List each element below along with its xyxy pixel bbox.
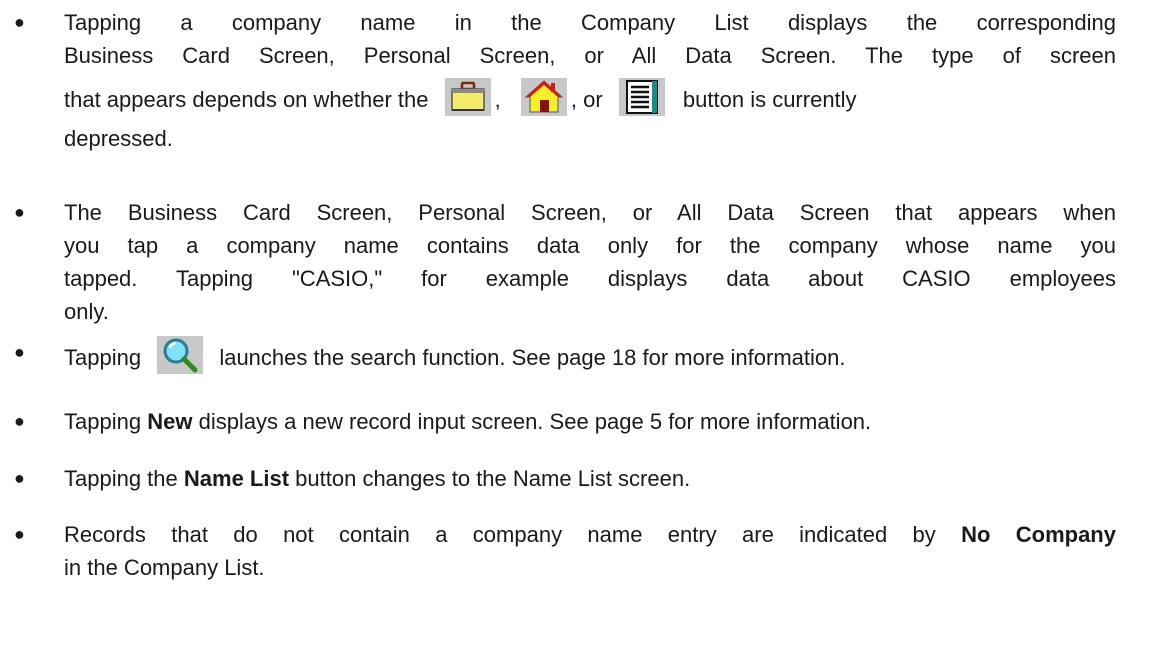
- text-fragment: launches the search function. See page 1…: [219, 345, 846, 370]
- bullet-item-company-tap: ● Tapping a company name in the Company …: [14, 6, 1116, 155]
- text-fragment: Tapping the: [64, 466, 178, 491]
- text-line: Tapping New displays a new record input …: [64, 405, 1116, 438]
- text-line: you tap a company name contains data onl…: [64, 233, 1116, 258]
- bullet-dot: ●: [14, 411, 25, 431]
- house-icon: [520, 78, 567, 116]
- text-fragment: displays a new record input screen. See …: [198, 409, 872, 434]
- bullet-dot: ●: [14, 468, 25, 488]
- text-fragment: button is currently: [682, 87, 857, 112]
- text-line: only.: [64, 299, 109, 324]
- text-line: Tapping the Name List button changes to …: [64, 462, 1116, 495]
- text-fragment: ,: [494, 87, 501, 112]
- all-data-list-icon: [618, 78, 665, 116]
- bullet-item-company-data: ● The Business Card Screen, Personal Scr…: [14, 196, 1116, 328]
- text-line: Business Card Screen, Personal Screen, o…: [64, 43, 1116, 68]
- bullet-dot: ●: [14, 524, 25, 544]
- briefcase-icon: [444, 78, 491, 116]
- bullet-item-new: ● Tapping New displays a new record inpu…: [14, 405, 1116, 438]
- text-line: Tapping a company name in the Company Li…: [64, 10, 1116, 35]
- text-fragment: Tapping: [64, 345, 142, 370]
- text-line: depressed.: [64, 126, 173, 151]
- bullet-item-no-company: ● Records that do not contain a company …: [14, 518, 1116, 584]
- new-button-label: New: [147, 409, 193, 434]
- bullet-dot: ●: [14, 342, 25, 362]
- text-line: The Business Card Screen, Personal Scree…: [64, 200, 1116, 225]
- text-line-with-icon: Tapping launches the search function. Se…: [64, 336, 1116, 374]
- no-company-label: No Company: [961, 522, 1116, 547]
- bullet-dot: ●: [14, 202, 25, 222]
- text-line-with-icons: that appears depends on whether the , , …: [64, 78, 1116, 116]
- bullet-dot: ●: [14, 12, 25, 32]
- name-list-button-label: Name List: [183, 466, 290, 491]
- text-fragment: that appears depends on whether the: [64, 87, 429, 112]
- text-line: tapped. Tapping "CASIO," for example dis…: [64, 266, 1116, 291]
- text-line: in the Company List.: [64, 555, 265, 580]
- text-line: Records that do not contain a company na…: [64, 518, 1116, 551]
- text-fragment: button changes to the Name List screen.: [295, 466, 691, 491]
- magnifier-search-icon: [157, 336, 204, 374]
- text-fragment: , or: [570, 87, 603, 112]
- text-fragment: Records that do not contain a company na…: [64, 522, 936, 547]
- text-fragment: Tapping: [64, 409, 142, 434]
- bullet-item-name-list: ● Tapping the Name List button changes t…: [14, 462, 1116, 495]
- bullet-item-search: ● Tapping launches the search function. …: [14, 336, 1116, 374]
